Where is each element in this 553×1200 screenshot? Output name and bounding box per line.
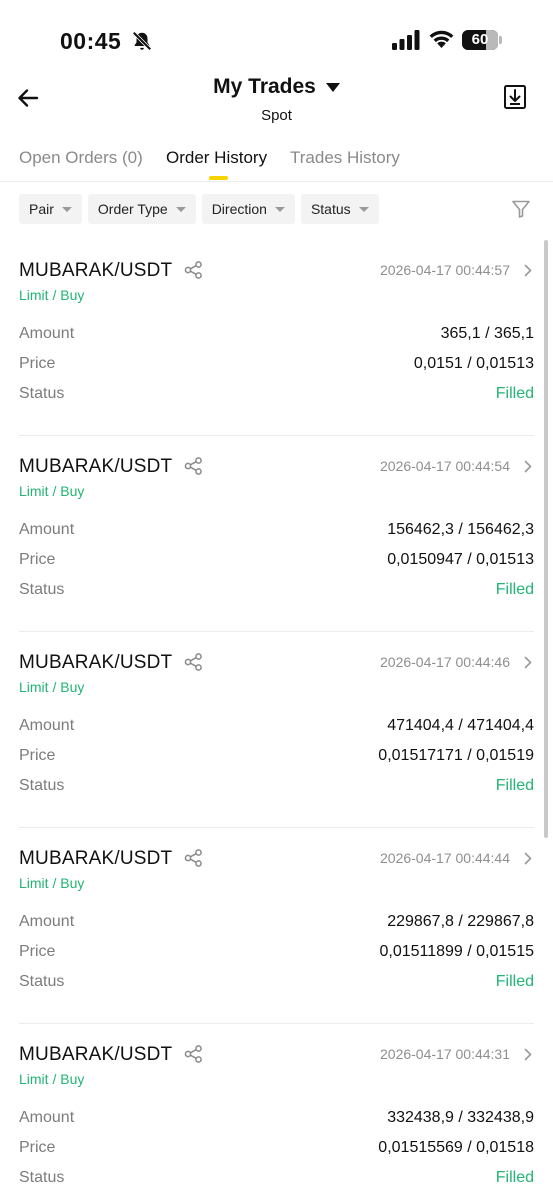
- order-card[interactable]: MUBARAK/USDT 2026-04-17 00:44:46 Limit /…: [19, 632, 534, 828]
- order-time: 2026-04-17 00:44:44: [380, 850, 510, 866]
- filter-order-type[interactable]: Order Type: [87, 194, 196, 224]
- share-icon[interactable]: [184, 1045, 203, 1063]
- order-time: 2026-04-17 00:44:46: [380, 654, 510, 670]
- order-pair: MUBARAK/USDT: [19, 1044, 173, 1065]
- caret-down-icon: [274, 206, 285, 212]
- status-label: Status: [19, 777, 65, 794]
- order-list: MUBARAK/USDT 2026-04-17 00:44:57 Limit /…: [0, 240, 553, 1200]
- battery-level: 60: [471, 31, 489, 48]
- order-pair: MUBARAK/USDT: [19, 652, 173, 673]
- order-type: Limit / Buy: [19, 483, 85, 499]
- status-value: Filled: [495, 581, 534, 598]
- order-time: 2026-04-17 00:44:57: [380, 262, 510, 278]
- order-card[interactable]: MUBARAK/USDT 2026-04-17 00:44:31 Limit /…: [19, 1024, 534, 1200]
- price-label: Price: [19, 943, 56, 960]
- order-time: 2026-04-17 00:44:54: [380, 458, 510, 474]
- order-card[interactable]: MUBARAK/USDT 2026-04-17 00:44:44 Limit /…: [19, 828, 534, 1024]
- scrollbar[interactable]: [544, 240, 548, 838]
- amount-value: 229867,8 / 229867,8: [387, 913, 534, 930]
- chevron-right-icon[interactable]: [524, 264, 532, 277]
- chevron-right-icon[interactable]: [524, 1048, 532, 1061]
- tab-order-history[interactable]: Order History: [166, 148, 267, 168]
- status-value: Filled: [495, 777, 534, 794]
- caret-down-icon: [325, 82, 340, 92]
- status-label: Status: [19, 385, 65, 402]
- amount-label: Amount: [19, 1109, 75, 1126]
- status-value: Filled: [495, 973, 534, 990]
- price-value: 0,0151 / 0,01513: [413, 355, 534, 372]
- amount-label: Amount: [19, 521, 75, 538]
- order-type: Limit / Buy: [19, 1071, 85, 1087]
- order-card[interactable]: MUBARAK/USDT 2026-04-17 00:44:57 Limit /…: [19, 240, 534, 436]
- filter-pair[interactable]: Pair: [19, 194, 82, 224]
- active-tab-indicator: [209, 176, 228, 180]
- filter-bar: Pair Order Type Direction Status: [19, 194, 379, 224]
- amount-value: 471404,4 / 471404,4: [387, 717, 534, 734]
- status-bar: 00:45 60: [0, 0, 553, 70]
- header: My Trades Spot: [0, 70, 553, 132]
- share-icon[interactable]: [184, 261, 203, 279]
- filter-direction[interactable]: Direction: [201, 194, 295, 224]
- price-value: 0,01517171 / 0,01519: [378, 747, 534, 764]
- status-value: Filled: [495, 1169, 534, 1186]
- filter-icon[interactable]: [511, 199, 531, 219]
- page-subtitle: Spot: [261, 107, 292, 124]
- signal-icon: [392, 30, 420, 50]
- title-dropdown[interactable]: My Trades: [213, 75, 340, 99]
- order-card[interactable]: MUBARAK/USDT 2026-04-17 00:44:54 Limit /…: [19, 436, 534, 632]
- tab-open-orders[interactable]: Open Orders (0): [19, 148, 143, 168]
- order-type: Limit / Buy: [19, 287, 85, 303]
- price-value: 0,01511899 / 0,01515: [379, 943, 534, 960]
- caret-down-icon: [175, 206, 186, 212]
- filter-status[interactable]: Status: [300, 194, 379, 224]
- status-label: Status: [19, 581, 65, 598]
- order-type: Limit / Buy: [19, 875, 85, 891]
- order-time: 2026-04-17 00:44:31: [380, 1046, 510, 1062]
- page-title: My Trades: [213, 75, 316, 98]
- order-type: Limit / Buy: [19, 679, 85, 695]
- amount-label: Amount: [19, 913, 75, 930]
- tab-trades-history[interactable]: Trades History: [290, 148, 400, 168]
- caret-down-icon: [358, 206, 369, 212]
- status-time: 00:45: [60, 28, 122, 54]
- caret-down-icon: [61, 206, 72, 212]
- amount-label: Amount: [19, 717, 75, 734]
- status-value: Filled: [495, 385, 534, 402]
- amount-value: 365,1 / 365,1: [440, 325, 534, 342]
- price-label: Price: [19, 551, 56, 568]
- chevron-right-icon[interactable]: [524, 852, 532, 865]
- filter-label: Pair: [29, 201, 54, 217]
- price-label: Price: [19, 355, 56, 372]
- price-label: Price: [19, 747, 56, 764]
- price-value: 0,0150947 / 0,01513: [387, 551, 534, 568]
- bell-muted-icon: [132, 31, 152, 51]
- amount-value: 332438,9 / 332438,9: [387, 1109, 534, 1126]
- download-icon[interactable]: [503, 84, 527, 110]
- chevron-right-icon[interactable]: [524, 656, 532, 669]
- order-pair: MUBARAK/USDT: [19, 848, 173, 869]
- price-value: 0,01515569 / 0,01518: [378, 1139, 534, 1156]
- price-label: Price: [19, 1139, 56, 1156]
- share-icon[interactable]: [184, 849, 203, 867]
- amount-label: Amount: [19, 325, 75, 342]
- chevron-right-icon[interactable]: [524, 460, 532, 473]
- amount-value: 156462,3 / 156462,3: [387, 521, 534, 538]
- filter-label: Direction: [211, 201, 267, 217]
- order-pair: MUBARAK/USDT: [19, 456, 173, 477]
- battery-icon: 60: [462, 30, 502, 50]
- wifi-icon: [429, 30, 454, 48]
- tab-bar: Open Orders (0) Order History Trades His…: [0, 140, 553, 182]
- status-label: Status: [19, 973, 65, 990]
- share-icon[interactable]: [184, 653, 203, 671]
- status-label: Status: [19, 1169, 65, 1186]
- share-icon[interactable]: [184, 457, 203, 475]
- filter-label: Order Type: [97, 201, 168, 217]
- filter-label: Status: [310, 201, 351, 217]
- order-pair: MUBARAK/USDT: [19, 260, 173, 281]
